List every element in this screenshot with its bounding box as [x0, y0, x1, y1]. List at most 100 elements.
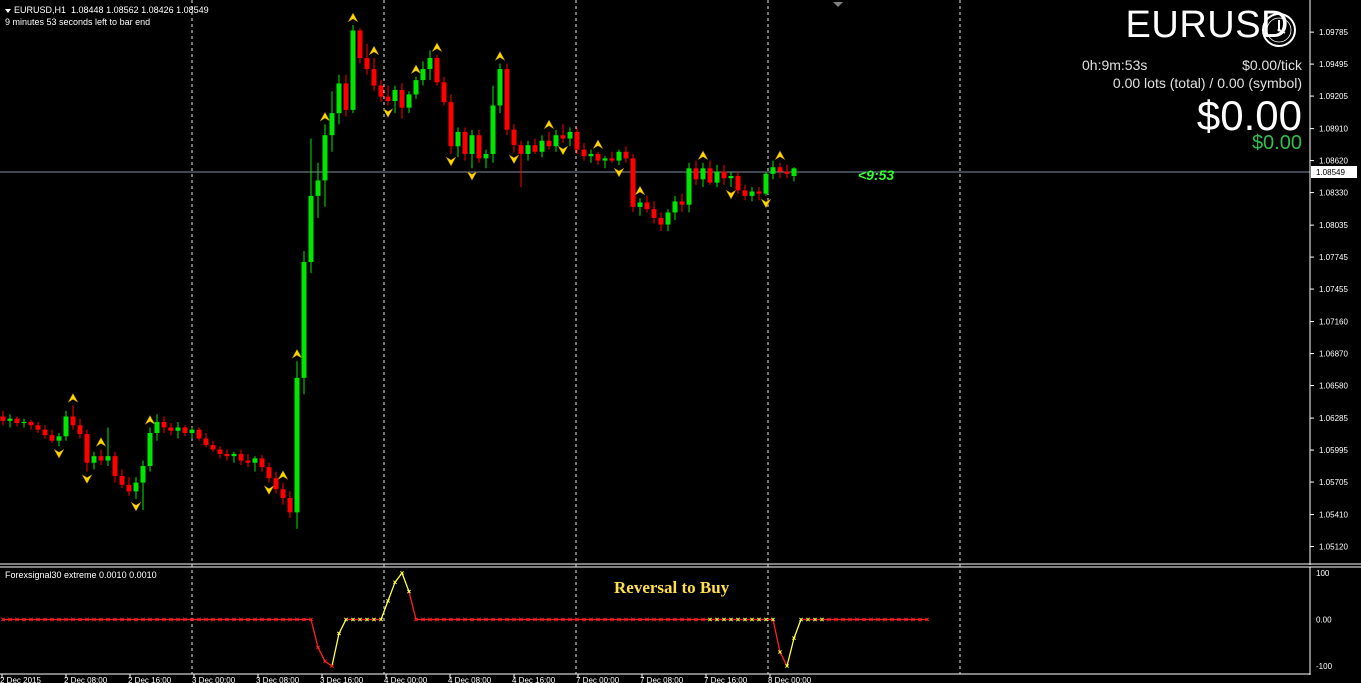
- candle: [7, 414, 13, 428]
- candle-body: [84, 434, 90, 463]
- panel-time-left: 0h:9m:53s: [1082, 57, 1148, 73]
- candle: [385, 85, 391, 106]
- indicator-levels: 100 0.00 -100: [1316, 569, 1333, 671]
- candle: [175, 421, 181, 439]
- candle-body: [420, 69, 426, 81]
- signal-arrow-up-icon: [368, 45, 380, 56]
- candle: [406, 91, 412, 114]
- price-tick-label: 1.06285: [1319, 414, 1348, 423]
- candle: [14, 416, 20, 427]
- candle-body: [63, 416, 69, 437]
- signal-arrow-down-icon: [613, 167, 625, 178]
- candle: [455, 127, 461, 158]
- candle: [693, 160, 699, 185]
- candle-body: [637, 202, 643, 207]
- candle: [0, 410, 6, 426]
- candle: [217, 446, 223, 459]
- candle-body: [784, 171, 790, 174]
- signal-arrow-down-icon: [557, 145, 569, 156]
- candle-body: [336, 83, 342, 114]
- candle: [413, 76, 419, 99]
- candle-body: [616, 151, 622, 161]
- candle: [140, 460, 146, 511]
- signal-arrow-up-icon: [592, 139, 604, 150]
- candle-body: [595, 153, 601, 161]
- candle-body: [476, 135, 482, 159]
- indicator-segment: [408, 591, 417, 620]
- indicator-segment: [310, 619, 319, 648]
- candle: [84, 429, 90, 472]
- candle: [763, 171, 769, 196]
- candle: [350, 24, 356, 114]
- candle: [133, 477, 139, 500]
- candle-body: [602, 158, 608, 161]
- date-tick-label: 4 Dec 16:00: [512, 676, 556, 683]
- candle-body: [770, 167, 776, 174]
- ohlc-values: 1.08448 1.08562 1.08426 1.08549: [71, 5, 209, 15]
- candle: [28, 419, 34, 430]
- candle-body: [504, 69, 510, 130]
- candle: [49, 429, 55, 443]
- candle: [343, 74, 349, 117]
- candle-body: [133, 482, 139, 492]
- candle: [98, 449, 104, 465]
- candle-body: [567, 131, 573, 139]
- candle: [63, 410, 69, 441]
- candle: [126, 477, 132, 496]
- candle: [280, 482, 286, 505]
- candle: [483, 149, 489, 169]
- candle-body: [644, 202, 650, 210]
- price-tick-label: 1.05120: [1319, 543, 1348, 552]
- candle-body: [700, 168, 706, 180]
- panel-per-tick: $0.00/tick: [1242, 57, 1302, 73]
- chart-shift-marker[interactable]: [833, 2, 843, 7]
- signal-arrow-up-icon: [634, 185, 646, 196]
- candle: [595, 151, 601, 166]
- candle: [294, 361, 300, 529]
- candle-body: [609, 158, 615, 161]
- date-tick-label: 4 Dec 08:00: [448, 676, 492, 683]
- price-tick-label: 1.09205: [1319, 92, 1348, 101]
- candle-body: [287, 498, 293, 513]
- candle: [210, 440, 216, 452]
- candle-body: [70, 416, 76, 426]
- candle-body: [119, 475, 125, 485]
- candle-body: [497, 69, 503, 106]
- indicator-level-label: 0.00: [1316, 616, 1332, 625]
- candle-body: [399, 90, 405, 108]
- candle-body: [21, 421, 27, 424]
- candle: [56, 432, 62, 447]
- signal-arrow-up-icon: [291, 348, 303, 359]
- candle: [245, 453, 251, 468]
- date-tick-label: 2 Dec 2015: [0, 676, 41, 683]
- chevron-down-icon[interactable]: [5, 8, 11, 13]
- candle: [553, 129, 559, 152]
- candle-body: [434, 58, 440, 83]
- candle: [742, 184, 748, 201]
- signal-arrow-up-icon: [67, 392, 79, 404]
- price-tick-label: 1.08035: [1319, 221, 1348, 230]
- clock-icon: [1262, 13, 1296, 47]
- candle: [182, 425, 188, 437]
- candle-body: [679, 201, 685, 205]
- candle-body: [42, 429, 48, 436]
- signal-arrow-down-icon: [445, 156, 457, 167]
- candle: [735, 171, 741, 194]
- indicator-segment: [387, 582, 396, 602]
- candle: [721, 165, 727, 185]
- signal-arrow-up-icon: [277, 470, 289, 481]
- date-tick-label: 7 Dec 08:00: [640, 676, 684, 683]
- candle-body: [553, 135, 559, 147]
- candle-body: [343, 83, 349, 110]
- candle: [392, 85, 398, 114]
- indicator-segment: [779, 651, 788, 667]
- candle: [441, 76, 447, 106]
- signal-arrow-up-icon: [410, 64, 422, 75]
- signal-arrow-up-icon: [543, 119, 555, 130]
- price-tick-label: 1.07160: [1319, 318, 1348, 327]
- candle: [665, 209, 671, 232]
- candle: [672, 195, 678, 221]
- candle-body: [490, 105, 496, 154]
- candle: [497, 63, 503, 114]
- candle: [602, 156, 608, 169]
